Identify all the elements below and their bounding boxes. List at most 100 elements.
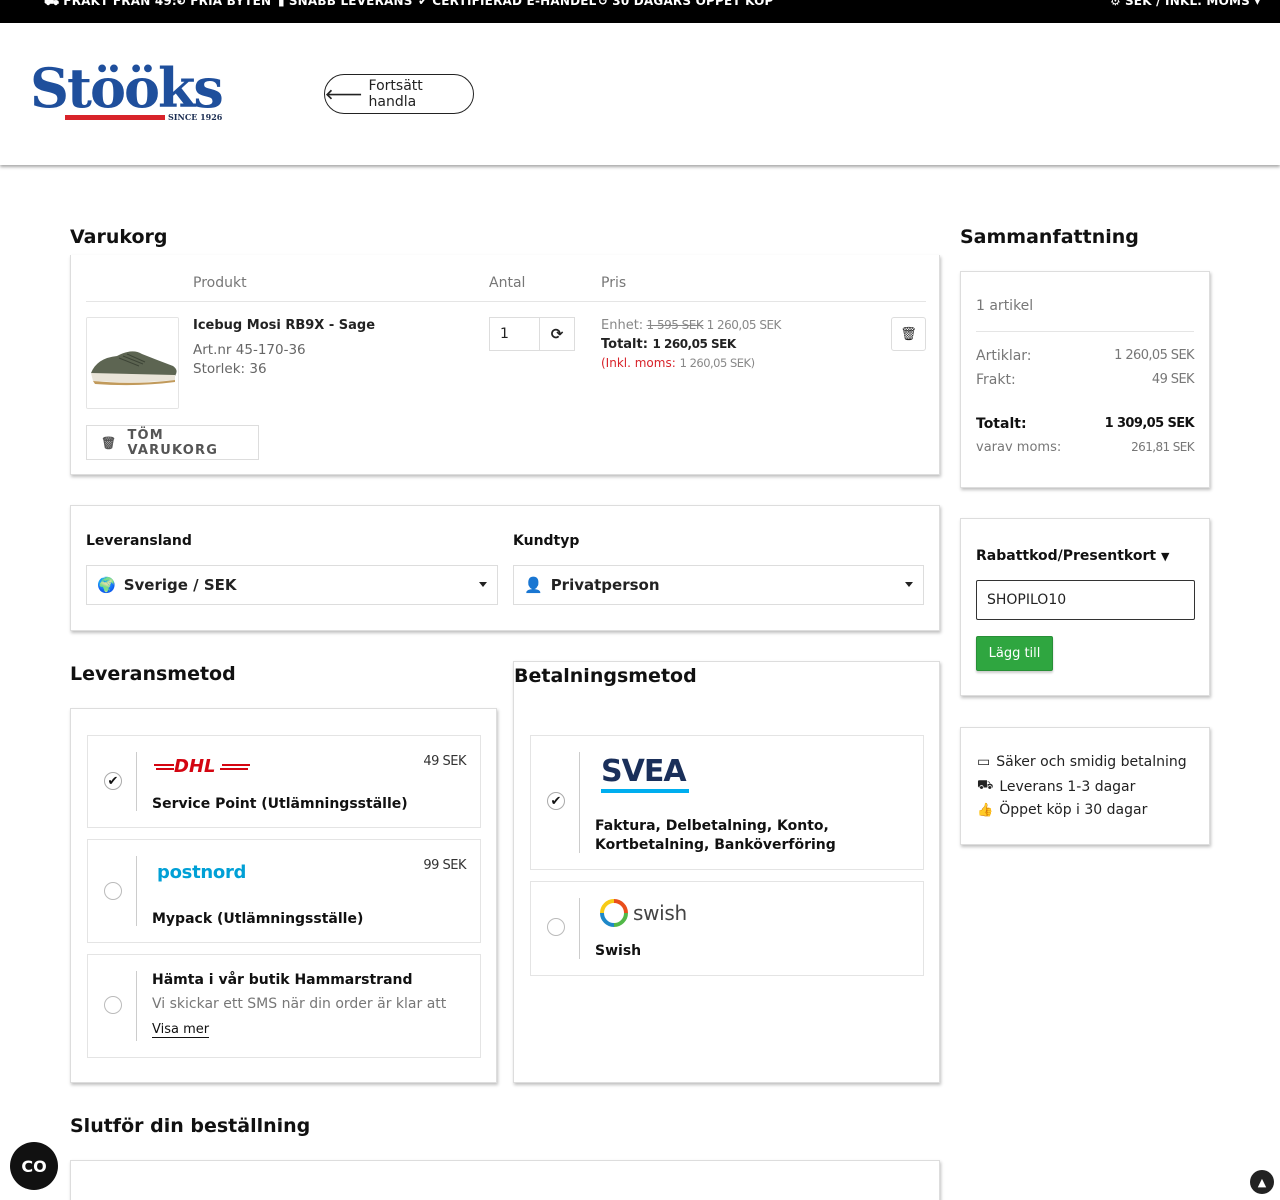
trust-secure-payment: ▭ Säker och smidig betalning	[977, 754, 1187, 770]
site-header: Stööks SINCE 1926 🡐 Fortsätt handla	[0, 23, 1280, 165]
shipping-name-pickup: Hämta i vår butik Hammarstrand	[152, 972, 413, 988]
svg-text:DHL: DHL	[174, 756, 215, 776]
shipping-radio-dhl[interactable]: ✔	[104, 772, 122, 790]
chat-icon: CO	[21, 1156, 47, 1176]
thumbs-up-icon: 👍	[977, 802, 994, 818]
col-qty-header: Antal	[489, 275, 526, 291]
checkmark-icon: ✔	[107, 773, 119, 789]
option-divider	[579, 752, 580, 853]
product-image[interactable]	[86, 317, 179, 409]
trust-delivery-time: ⛟ Leverans 1-3 dagar	[977, 778, 1136, 795]
summary-divider	[976, 331, 1194, 332]
shipping-radio-pickup[interactable]	[104, 996, 122, 1014]
delivery-country-select[interactable]: 🌍 Sverige / SEK	[86, 565, 498, 605]
line-vat-row: (Inkl. moms: 1 260,05 SEK)	[601, 356, 755, 370]
customer-type-label: Kundtyp	[513, 533, 580, 549]
payment-radio-svea[interactable]: ✔	[547, 792, 565, 810]
chat-widget-button[interactable]: CO	[10, 1142, 58, 1190]
globe-icon: 🌍	[97, 576, 116, 594]
refresh-icon: ↻	[176, 0, 187, 8]
shoe-image	[87, 318, 178, 408]
summary-total-row: Totalt: 1 309,05 SEK	[976, 416, 1195, 432]
customer-type-select[interactable]: 👤 Privatperson	[513, 565, 924, 605]
cart-divider	[86, 301, 926, 302]
shipping-option-postnord[interactable]: postnord 99 SEK Mypack (Utlämningsställe…	[87, 839, 481, 943]
payment-method-title: Betalningsmetod	[514, 665, 697, 687]
chevron-down-icon: ▾	[1254, 0, 1261, 8]
user-icon: 👤	[524, 576, 543, 594]
payment-option-swish[interactable]: swish Swish	[530, 881, 924, 976]
undo-icon: ↺	[598, 0, 609, 8]
empty-cart-button[interactable]: 🗑 TÖM VARUKORG	[86, 425, 259, 460]
shipping-option-dhl[interactable]: ✔ DHL 49 SEK Service Point (Utlämningsst…	[87, 735, 481, 828]
cart-panel: Produkt Antal Pris Icebug Mosi RB9X - Sa…	[70, 255, 940, 475]
trash-icon: 🗑	[101, 435, 118, 450]
shipping-option-pickup[interactable]: Hämta i vår butik Hammarstrand Vi skicka…	[87, 954, 481, 1058]
product-article-number: Art.nr 45-170-36	[193, 342, 306, 358]
swish-name: Swish	[595, 943, 642, 959]
swish-logo: swish	[599, 898, 687, 928]
show-more-link[interactable]: Visa mer	[152, 1022, 210, 1038]
refresh-quantity-button[interactable]: ⟳	[540, 318, 574, 350]
summary-panel: 1 artikel Artiklar: 1 260,05 SEK Frakt: 49…	[960, 271, 1210, 488]
swish-symbol-icon	[600, 899, 628, 927]
shipping-radio-postnord[interactable]	[104, 882, 122, 900]
product-name[interactable]: Icebug Mosi RB9X - Sage	[193, 318, 375, 333]
summary-vat-row: varav moms: 261,81 SEK	[976, 440, 1195, 455]
usp-certified: ✔ CERTIFIERAD E-HANDEL	[418, 0, 597, 8]
discount-toggle[interactable]: Rabattkod/Presentkort ▼	[976, 548, 1169, 564]
trash-icon: 🗑	[900, 326, 917, 342]
checkmark-icon: ✔	[550, 793, 562, 809]
add-discount-button[interactable]: Lägg till	[976, 636, 1053, 671]
refresh-icon: ⟳	[550, 325, 564, 343]
caret-down-icon	[905, 582, 913, 587]
quantity-stepper: 1 ⟳	[489, 317, 575, 351]
delivery-country-label: Leveransland	[86, 533, 192, 549]
thumbs-up-icon: ▮	[278, 0, 285, 8]
trust-panel: ▭ Säker och smidig betalning ⛟ Leverans …	[960, 727, 1210, 845]
summary-shipping-row: Frakt: 49 SEK	[976, 372, 1195, 388]
shipping-method-title: Leveransmetod	[70, 663, 236, 685]
truck-icon: ⛟	[44, 0, 60, 8]
option-divider	[136, 856, 137, 926]
shipping-name-postnord: Mypack (Utlämningsställe)	[152, 911, 364, 927]
currency-settings-dropdown[interactable]: ⚙ SEK / INKL. MOMS ▾	[1110, 0, 1265, 8]
shipping-price-postnord: 99 SEK	[423, 858, 466, 873]
payment-methods-panel: Betalningsmetod ✔ SVEA Faktura, Delbetal…	[513, 661, 940, 1083]
usp-fast-delivery: ▮ SNABB LEVERANS	[278, 0, 413, 8]
option-divider	[136, 971, 137, 1041]
payment-option-svea[interactable]: ✔ SVEA Faktura, Delbetalning, Konto, Kor…	[530, 735, 924, 870]
shipping-name-dhl: Service Point (Utlämningsställe)	[152, 796, 408, 812]
col-product-header: Produkt	[193, 275, 247, 291]
summary-title: Sammanfattning	[960, 226, 1139, 248]
shipping-desc-pickup: Vi skickar ett SMS när din order är klar…	[152, 996, 447, 1012]
quantity-input[interactable]: 1	[490, 318, 540, 350]
caret-down-icon: ▼	[1160, 550, 1170, 563]
trust-open-purchase: 👍 Öppet köp i 30 dagar	[977, 802, 1148, 818]
dhl-logo: DHL	[154, 756, 250, 776]
logo-since: SINCE 1926	[168, 112, 223, 122]
svea-name-line2: Kortbetalning, Banköverföring	[595, 837, 836, 853]
usp-free-exchanges: ↻ FRIA BYTEN	[176, 0, 271, 8]
top-usp-bar: ⛟ FRAKT FRÅN 49:- ↻ FRIA BYTEN ▮ SNABB LEVE…	[0, 0, 1280, 23]
checkout-title: Slutför din beställning	[70, 1115, 311, 1137]
discount-code-input[interactable]	[976, 580, 1195, 620]
checkout-panel	[70, 1160, 940, 1200]
cart-title: Varukorg	[70, 226, 168, 248]
line-total-row: Totalt: 1 260,05 SEK	[601, 337, 736, 352]
unit-price-row: Enhet: 1 595 SEK 1 260,05 SEK	[601, 318, 781, 333]
postnord-logo: postnord	[157, 862, 247, 883]
product-size: Storlek: 36	[193, 361, 267, 377]
stooks-logo[interactable]: Stööks SINCE 1926	[30, 53, 235, 133]
svea-logo: SVEA	[601, 756, 689, 793]
continue-shopping-button[interactable]: 🡐 Fortsätt handla	[324, 74, 474, 114]
logo-red-bar	[65, 115, 165, 120]
country-customer-panel: Leveransland 🌍 Sverige / SEK Kundtyp 👤 P…	[70, 505, 940, 631]
scroll-to-top-button[interactable]: ▲	[1250, 1170, 1274, 1194]
chevron-up-icon: ▲	[1257, 1175, 1267, 1189]
shipping-methods-panel: ✔ DHL 49 SEK Service Point (Utlämningsst…	[70, 708, 497, 1083]
remove-item-button[interactable]: 🗑	[891, 317, 926, 351]
caret-down-icon	[479, 582, 487, 587]
option-divider	[136, 752, 137, 811]
payment-radio-swish[interactable]	[547, 918, 565, 936]
